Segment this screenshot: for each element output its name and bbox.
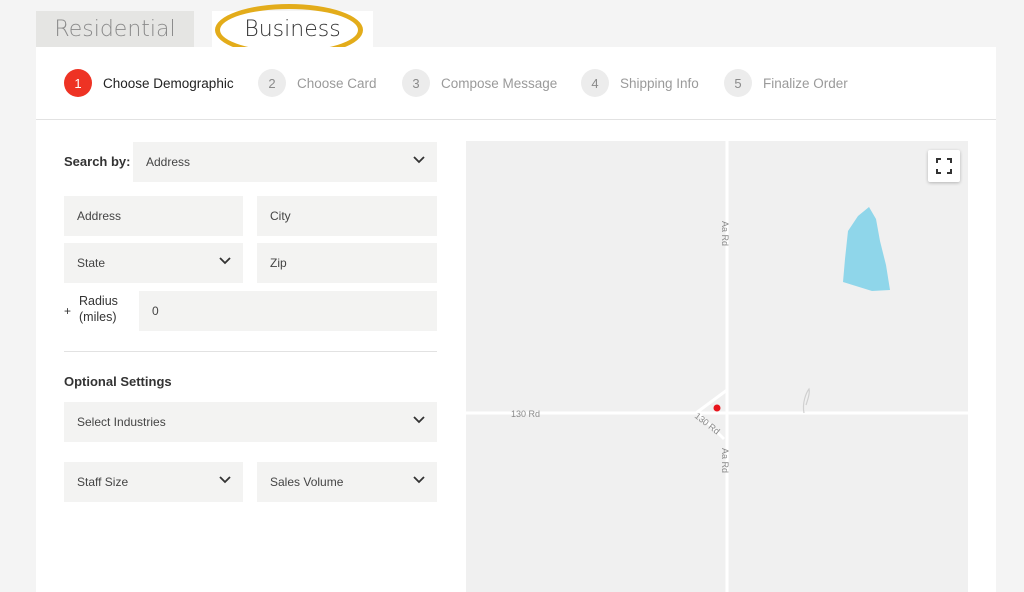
water-body — [843, 207, 890, 291]
fullscreen-button[interactable] — [928, 150, 960, 182]
chevron-down-icon — [413, 416, 425, 424]
step-number: 4 — [581, 69, 609, 97]
stream — [802, 387, 810, 414]
state-value: State — [77, 256, 106, 270]
address-field[interactable]: Address — [64, 196, 243, 236]
state-select[interactable]: State — [64, 243, 243, 283]
step-choose-card[interactable]: 2 Choose Card — [258, 69, 377, 97]
tab-business-label: Business — [244, 16, 341, 42]
step-label: Choose Card — [297, 75, 377, 91]
city-field[interactable]: City — [257, 196, 437, 236]
road-label-aa-rd-north: Aa Rd — [720, 221, 730, 246]
sales-volume-select[interactable]: Sales Volume — [257, 462, 437, 502]
location-marker[interactable] — [713, 404, 721, 412]
tab-residential-label: Residential — [54, 16, 176, 42]
zip-placeholder: Zip — [270, 256, 287, 270]
step-compose-message[interactable]: 3 Compose Message — [402, 69, 557, 97]
staff-size-select[interactable]: Staff Size — [64, 462, 243, 502]
search-by-label: Search by: — [64, 154, 131, 169]
road-130-rd-diagonal — [695, 388, 728, 415]
chevron-down-icon — [413, 156, 425, 164]
address-placeholder: Address — [77, 209, 122, 223]
step-number: 1 — [64, 69, 92, 97]
step-finalize-order[interactable]: 5 Finalize Order — [724, 69, 848, 97]
order-card: 1 Choose Demographic 2 Choose Card 3 Com… — [36, 47, 996, 592]
divider — [64, 351, 437, 352]
road-label-aa-rd-south: Aa Rd — [720, 448, 730, 473]
search-by-value: Address — [146, 155, 191, 169]
step-number: 3 — [402, 69, 430, 97]
step-label: Finalize Order — [763, 75, 848, 91]
tab-residential[interactable]: Residential — [36, 11, 194, 47]
radius-label: Radius (miles) — [79, 294, 118, 324]
optional-settings-heading: Optional Settings — [64, 374, 172, 389]
stepper: 1 Choose Demographic 2 Choose Card 3 Com… — [36, 47, 996, 120]
city-placeholder: City — [270, 209, 291, 223]
map-canvas: Aa Rd Aa Rd 130 Rd 130 Rd — [466, 141, 968, 592]
chevron-down-icon — [219, 476, 231, 484]
step-number: 5 — [724, 69, 752, 97]
step-label: Compose Message — [441, 75, 558, 91]
sales-volume-value: Sales Volume — [270, 475, 344, 489]
road-label-130-rd-diag: 130 Rd — [693, 411, 722, 437]
search-by-select[interactable]: Address — [133, 142, 437, 182]
step-label: Shipping Info — [620, 75, 699, 91]
map[interactable]: Aa Rd Aa Rd 130 Rd 130 Rd — [466, 141, 968, 592]
radius-field[interactable]: 0 — [139, 291, 437, 331]
page: Residential Business 1 Choose Demographi… — [0, 0, 1024, 592]
step-shipping-info[interactable]: 4 Shipping Info — [581, 69, 699, 97]
zip-field[interactable]: Zip — [257, 243, 437, 283]
chevron-down-icon — [219, 257, 231, 265]
radius-value: 0 — [152, 304, 159, 318]
step-number: 2 — [258, 69, 286, 97]
tab-business[interactable]: Business — [212, 4, 373, 56]
chevron-down-icon — [413, 476, 425, 484]
step-choose-demographic[interactable]: 1 Choose Demographic — [64, 69, 234, 97]
road-label-130-rd: 130 Rd — [511, 409, 540, 419]
industries-select[interactable]: Select Industries — [64, 402, 437, 442]
plus-icon[interactable]: + — [64, 303, 71, 319]
step-label: Choose Demographic — [103, 75, 234, 91]
industries-value: Select Industries — [77, 415, 166, 429]
staff-size-value: Staff Size — [77, 475, 129, 489]
fullscreen-icon — [936, 158, 952, 174]
